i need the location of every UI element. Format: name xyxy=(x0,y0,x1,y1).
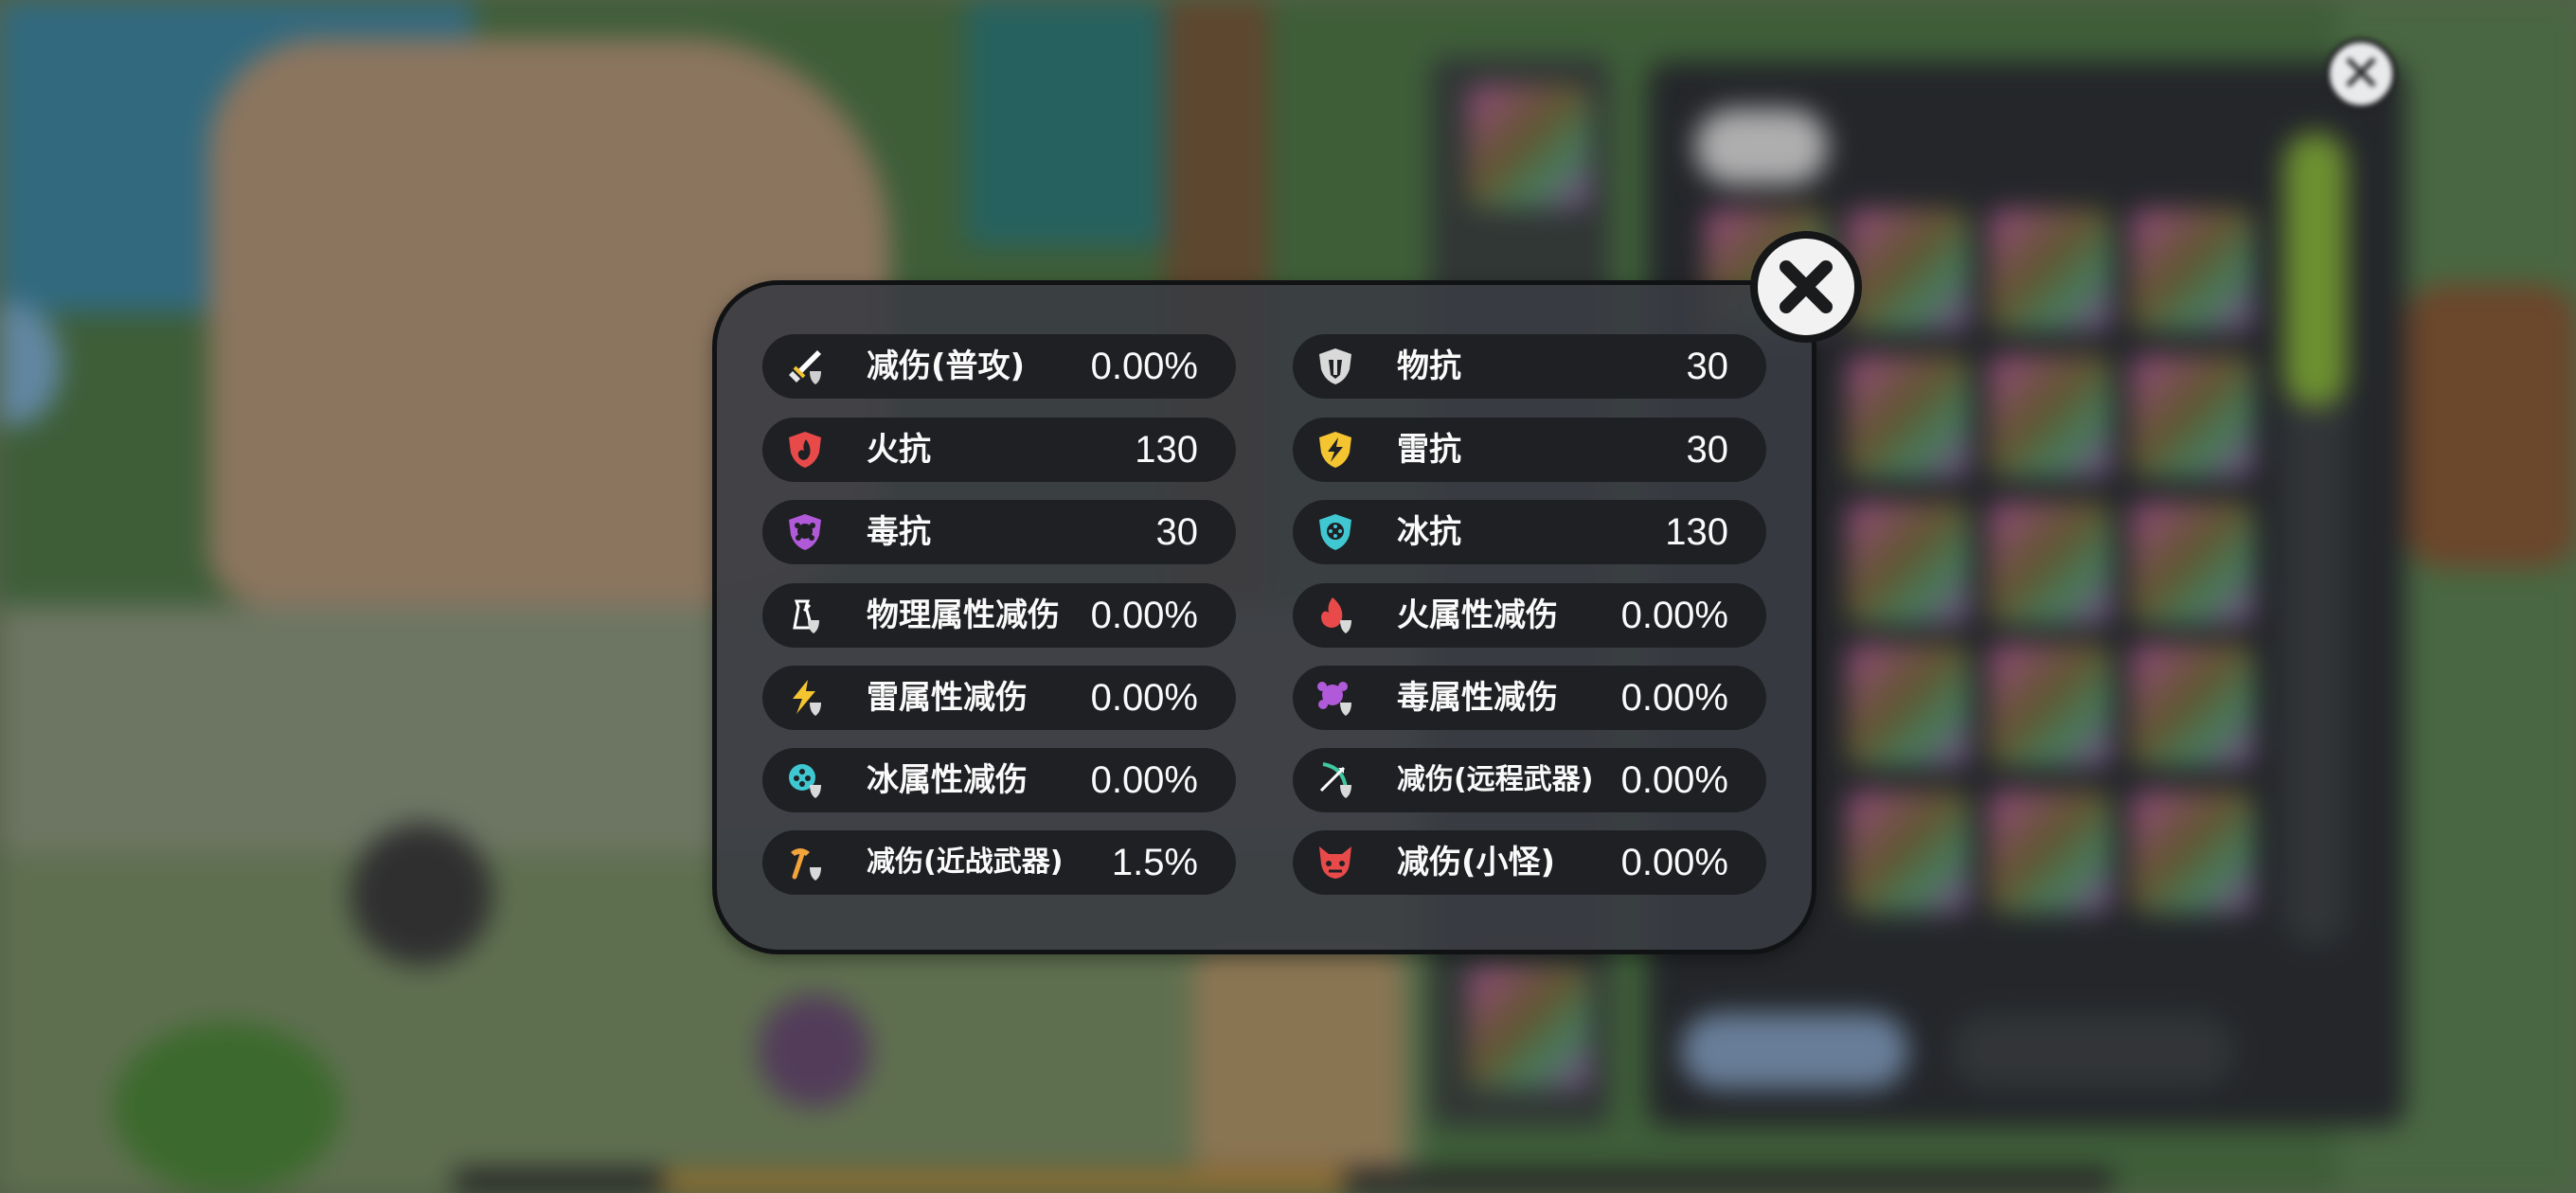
stat-row-poison-damage-reduction: 毒属性减伤 0.00% xyxy=(1293,666,1766,730)
dialog-close-button[interactable] xyxy=(1750,231,1862,343)
stat-row-melee-weapon-reduction: 减伤(近战武器) 1.5% xyxy=(762,830,1236,895)
stat-value: 0.00% xyxy=(1620,842,1728,883)
inventory-close-button[interactable]: ✕ xyxy=(2325,38,2397,110)
stat-row-ice-resistance: 冰抗 130 xyxy=(1293,500,1766,564)
melee-weapon-icon xyxy=(785,843,825,882)
poison-shield-icon xyxy=(785,512,825,552)
stat-label: 冰抗 xyxy=(1397,513,1461,551)
close-icon xyxy=(1780,260,1833,313)
stat-row-fire-resistance: 火抗 130 xyxy=(762,418,1236,482)
stat-value: 0.00% xyxy=(1090,677,1198,719)
ranged-weapon-icon xyxy=(1315,760,1355,800)
fire-shield-icon xyxy=(785,430,825,470)
stat-value: 0.00% xyxy=(1620,595,1728,636)
stat-value: 0.00% xyxy=(1620,677,1728,719)
ice-shield-icon xyxy=(1315,512,1355,552)
stat-row-lightning-damage-reduction: 雷属性减伤 0.00% xyxy=(762,666,1236,730)
stat-row-normal-attack-reduction: 减伤(普攻) 0.00% xyxy=(762,334,1236,399)
lightning-shield-icon xyxy=(1315,430,1355,470)
stat-label: 减伤(小怪) xyxy=(1397,844,1556,881)
stat-value: 30 xyxy=(1686,346,1729,387)
stat-label: 雷属性减伤 xyxy=(867,679,1028,717)
stat-label: 物理属性减伤 xyxy=(867,596,1060,634)
stat-label: 减伤(近战武器) xyxy=(867,846,1064,879)
minion-icon xyxy=(1315,843,1355,882)
stat-label: 减伤(远程武器) xyxy=(1397,763,1594,796)
close-icon: ✕ xyxy=(2339,44,2383,103)
stat-value: 30 xyxy=(1155,511,1199,553)
stat-label: 毒属性减伤 xyxy=(1397,679,1558,717)
stat-label: 火抗 xyxy=(867,431,931,469)
stat-value: 1.5% xyxy=(1111,842,1198,883)
stat-label: 毒抗 xyxy=(867,513,931,551)
stat-value: 0.00% xyxy=(1090,595,1198,636)
stat-value: 0.00% xyxy=(1620,759,1728,801)
stat-label: 减伤(普攻) xyxy=(867,347,1026,385)
physical-shield-icon xyxy=(1315,347,1355,386)
stat-value: 0.00% xyxy=(1090,346,1198,387)
stat-value: 130 xyxy=(1665,511,1728,553)
sword-shield-icon xyxy=(785,347,825,386)
stat-row-poison-resistance: 毒抗 30 xyxy=(762,500,1236,564)
physical-damage-reduction-icon xyxy=(785,596,825,635)
stat-row-fire-damage-reduction: 火属性减伤 0.00% xyxy=(1293,583,1766,648)
fire-damage-reduction-icon xyxy=(1315,596,1355,635)
stat-row-lightning-resistance: 雷抗 30 xyxy=(1293,418,1766,482)
stat-value: 0.00% xyxy=(1090,759,1198,801)
stat-label: 火属性减伤 xyxy=(1397,596,1558,634)
stat-value: 30 xyxy=(1686,429,1729,471)
stat-label: 物抗 xyxy=(1397,347,1461,385)
stat-label: 冰属性减伤 xyxy=(867,761,1028,799)
ice-damage-reduction-icon xyxy=(785,760,825,800)
stat-row-physical-damage-reduction: 物理属性减伤 0.00% xyxy=(762,583,1236,648)
poison-damage-reduction-icon xyxy=(1315,678,1355,718)
lightning-damage-reduction-icon xyxy=(785,678,825,718)
stat-row-minion-reduction: 减伤(小怪) 0.00% xyxy=(1293,830,1766,895)
stat-row-ranged-weapon-reduction: 减伤(远程武器) 0.00% xyxy=(1293,748,1766,812)
stat-value: 130 xyxy=(1135,429,1198,471)
stat-row-ice-damage-reduction: 冰属性减伤 0.00% xyxy=(762,748,1236,812)
stat-label: 雷抗 xyxy=(1397,431,1461,469)
stat-row-physical-resistance: 物抗 30 xyxy=(1293,334,1766,399)
